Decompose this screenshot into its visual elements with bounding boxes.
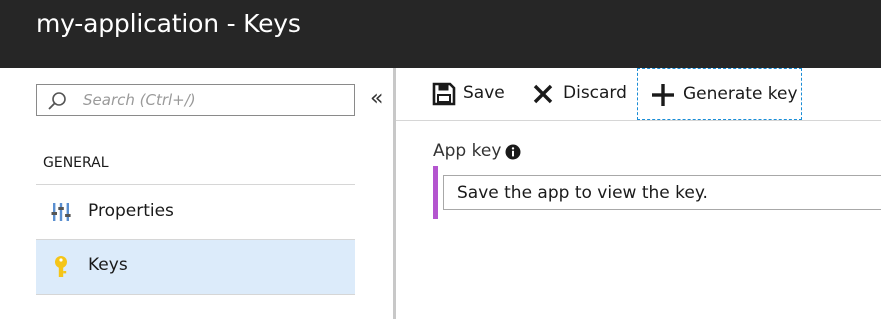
generate-key-button[interactable]: Generate key [637,68,802,120]
toolbar-divider [396,120,881,121]
title-bar: my-application - Keys [0,0,881,68]
section-heading-general: GENERAL [43,155,109,171]
divider [36,184,355,185]
save-label: Save [463,83,505,103]
search-input[interactable] [83,85,343,115]
search-icon [48,92,66,110]
page-title: my-application - Keys [36,9,301,38]
command-toolbar: Save Discard Generate key [396,68,881,120]
properties-sliders-icon [51,203,71,221]
search-box[interactable] [36,84,355,116]
close-icon [533,84,553,104]
save-button[interactable]: Save [432,68,540,120]
plus-icon [652,84,674,106]
field-accent-bar [433,166,438,219]
app-key-field: Save the app to view the key. [433,166,881,219]
save-icon [432,82,456,106]
key-icon [55,256,67,277]
discard-label: Discard [563,83,627,103]
app-key-value: Save the app to view the key. [457,183,708,203]
app-key-value-box[interactable]: Save the app to view the key. [443,175,881,210]
discard-button[interactable]: Discard [531,68,631,120]
sidebar-item-label: Properties [88,201,174,221]
sidebar-item-keys[interactable]: Keys [36,240,355,294]
app-key-label: App key [433,141,502,161]
info-icon[interactable] [505,144,521,160]
collapse-sidebar-button[interactable]: « [370,84,383,114]
sidebar-item-properties[interactable]: Properties [36,186,355,240]
generate-key-label: Generate key [683,84,798,104]
divider [36,294,355,295]
sidebar-item-label: Keys [88,255,128,275]
